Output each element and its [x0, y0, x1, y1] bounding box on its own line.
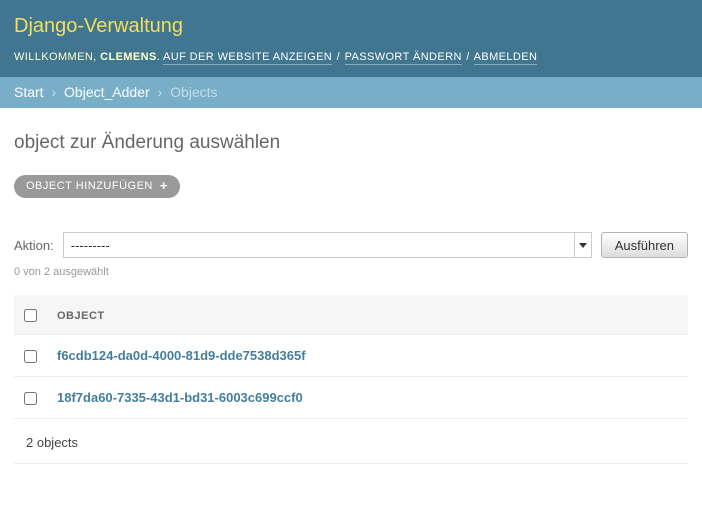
- table-header-checkbox-cell: [14, 295, 47, 335]
- page-title: object zur Änderung auswählen: [14, 132, 688, 154]
- site-title: Django-Verwaltung: [14, 15, 688, 38]
- content-area: object zur Änderung auswählen OBJECT HIN…: [0, 132, 702, 464]
- object-link[interactable]: f6cdb124-da0d-4000-81d9-dde7538d365f: [57, 348, 306, 363]
- object-tools: OBJECT HINZUFÜGEN +: [14, 175, 688, 198]
- row-object-cell: 18f7da60-7335-43d1-bd31-6003c699ccf0: [47, 377, 688, 419]
- change-password-link[interactable]: PASSWORT ÄNDERN: [345, 51, 462, 65]
- actions-bar: Aktion: --------- Ausführen: [14, 232, 688, 258]
- breadcrumb-current-page: Objects: [170, 84, 217, 100]
- welcome-period: .: [157, 51, 160, 63]
- action-label: Aktion:: [14, 238, 54, 253]
- breadcrumb-home-link[interactable]: Start: [14, 84, 44, 100]
- row-checkbox-cell: [14, 335, 47, 377]
- table-header-object-column: OBJECT: [47, 295, 688, 335]
- breadcrumb: Start › Object_Adder › Objects: [0, 77, 702, 108]
- add-object-button[interactable]: OBJECT HINZUFÜGEN +: [14, 175, 180, 198]
- table-row: f6cdb124-da0d-4000-81d9-dde7538d365f: [14, 335, 688, 377]
- action-select-wrapper: ---------: [63, 232, 592, 258]
- row-select-checkbox[interactable]: [24, 392, 37, 405]
- user-tools-separator: /: [337, 51, 340, 63]
- table-row: 18f7da60-7335-43d1-bd31-6003c699ccf0: [14, 377, 688, 419]
- plus-icon: +: [160, 181, 168, 191]
- add-object-button-label: OBJECT HINZUFÜGEN: [26, 180, 153, 192]
- user-tools: WILLKOMMEN, CLEMENS. AUF DER WEBSITE ANZ…: [14, 50, 688, 64]
- select-all-checkbox[interactable]: [24, 309, 37, 322]
- breadcrumb-separator: ›: [158, 84, 163, 100]
- object-link[interactable]: 18f7da60-7335-43d1-bd31-6003c699ccf0: [57, 390, 303, 405]
- selection-counter: 0 von 2 ausgewählt: [14, 266, 688, 278]
- action-select[interactable]: ---------: [63, 232, 592, 258]
- row-select-checkbox[interactable]: [24, 350, 37, 363]
- breadcrumb-separator: ›: [51, 84, 56, 100]
- table-header-row: OBJECT: [14, 295, 688, 335]
- view-site-link[interactable]: AUF DER WEBSITE ANZEIGEN: [163, 51, 332, 65]
- paginator: 2 objects: [14, 419, 688, 464]
- execute-action-button[interactable]: Ausführen: [601, 232, 688, 258]
- logout-link[interactable]: ABMELDEN: [474, 51, 538, 65]
- column-header-label: OBJECT: [57, 310, 105, 322]
- row-object-cell: f6cdb124-da0d-4000-81d9-dde7538d365f: [47, 335, 688, 377]
- username: CLEMENS: [100, 51, 157, 63]
- result-table: OBJECT f6cdb124-da0d-4000-81d9-dde7538d3…: [14, 295, 688, 419]
- admin-header: Django-Verwaltung WILLKOMMEN, CLEMENS. A…: [0, 0, 702, 77]
- site-title-link[interactable]: Django-Verwaltung: [14, 15, 183, 37]
- row-checkbox-cell: [14, 377, 47, 419]
- breadcrumb-app-link[interactable]: Object_Adder: [64, 84, 150, 100]
- user-tools-separator: /: [466, 51, 469, 63]
- welcome-text: WILLKOMMEN,: [14, 51, 97, 63]
